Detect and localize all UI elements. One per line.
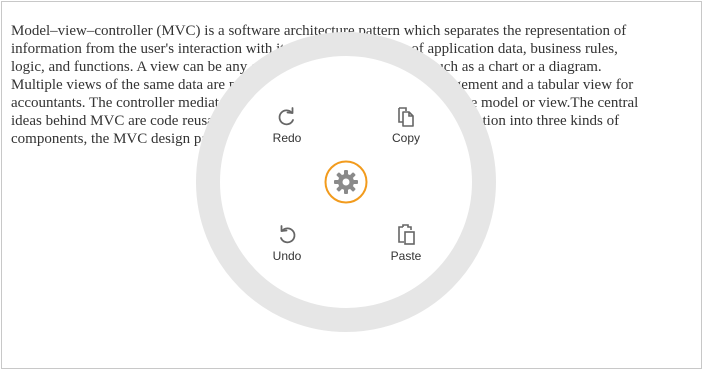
- gear-icon: [334, 170, 358, 194]
- copy-button[interactable]: Copy: [376, 105, 436, 157]
- radial-menu: Redo Copy Undo Paste: [196, 32, 496, 332]
- settings-center-button[interactable]: [324, 160, 368, 204]
- paste-icon: [398, 224, 415, 245]
- redo-button[interactable]: Redo: [257, 105, 317, 157]
- copy-label: Copy: [391, 131, 420, 145]
- undo-icon: [280, 225, 296, 244]
- paste-label: Paste: [390, 249, 422, 263]
- undo-label: Undo: [272, 249, 302, 263]
- copy-icon: [398, 107, 414, 127]
- document-editor: Model–view–controller (MVC) is a softwar…: [1, 1, 702, 369]
- paste-button[interactable]: Paste: [376, 223, 436, 275]
- undo-button[interactable]: Undo: [257, 223, 317, 275]
- redo-label: Redo: [272, 131, 302, 145]
- redo-icon: [278, 107, 294, 126]
